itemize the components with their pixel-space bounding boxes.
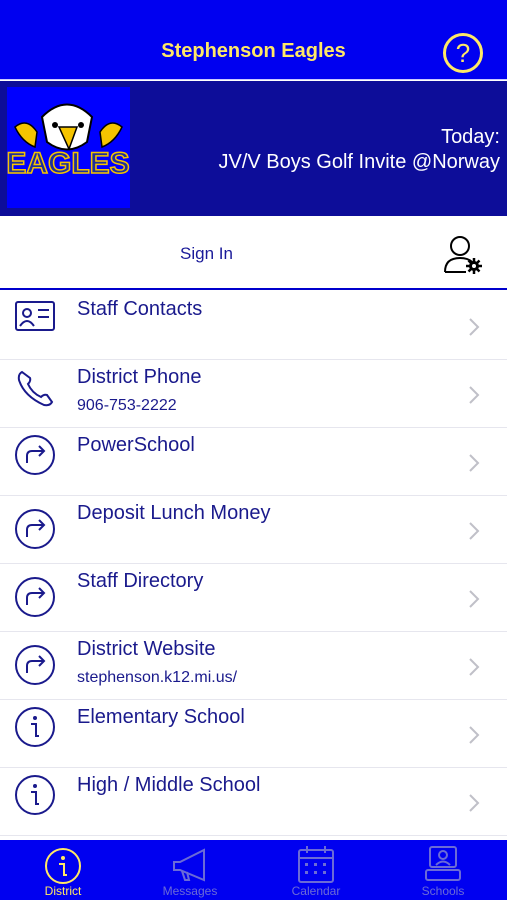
- bottom-tab-bar: District Messages Calendar Schools: [0, 840, 507, 900]
- chevron-right-icon: [469, 454, 480, 472]
- list-item-staff-contacts[interactable]: Staff Contacts: [0, 292, 507, 360]
- phone-number[interactable]: 906-753-2222: [77, 397, 177, 415]
- redirect-arrow-icon: [15, 645, 55, 685]
- sign-in-row[interactable]: Sign In: [0, 216, 507, 290]
- user-gear-icon[interactable]: [442, 234, 484, 274]
- eagles-logo: EAGLES: [6, 87, 130, 208]
- website-url[interactable]: stephenson.k12.mi.us/: [77, 669, 237, 687]
- item-title: District Phone: [77, 366, 202, 388]
- district-banner: EAGLES Today: JV/V Boys Golf Invite @Nor…: [0, 81, 507, 216]
- today-label: Today:: [441, 126, 500, 148]
- tab-district[interactable]: District: [0, 840, 126, 900]
- chevron-right-icon: [469, 386, 480, 404]
- item-title: District Website: [77, 638, 216, 660]
- info-icon: [45, 848, 81, 884]
- list-item-district-phone[interactable]: District Phone 906-753-2222: [0, 360, 507, 428]
- tab-messages[interactable]: Messages: [127, 840, 253, 900]
- tab-schools[interactable]: Schools: [380, 840, 506, 900]
- chevron-right-icon: [469, 726, 480, 744]
- info-icon: [15, 707, 55, 747]
- chevron-right-icon: [469, 794, 480, 812]
- item-title: Deposit Lunch Money: [77, 502, 271, 524]
- svg-text:EAGLES: EAGLES: [7, 147, 130, 180]
- phone-icon: [17, 370, 54, 407]
- item-title: Staff Directory: [77, 570, 204, 592]
- item-title: High / Middle School: [77, 774, 261, 796]
- info-icon: [15, 775, 55, 815]
- help-button[interactable]: ?: [443, 33, 483, 73]
- tab-label: Schools: [421, 884, 465, 898]
- list-item-staff-directory[interactable]: Staff Directory: [0, 564, 507, 632]
- item-title: Staff Contacts: [77, 298, 203, 320]
- list-item-powerschool[interactable]: PowerSchool: [0, 428, 507, 496]
- chevron-right-icon: [469, 318, 480, 336]
- redirect-arrow-icon: [15, 435, 55, 475]
- megaphone-icon: [173, 848, 205, 882]
- redirect-arrow-icon: [15, 509, 55, 549]
- chevron-right-icon: [469, 522, 480, 540]
- today-event[interactable]: JV/V Boys Golf Invite @Norway: [218, 151, 500, 174]
- tab-label: District: [44, 884, 82, 898]
- redirect-arrow-icon: [15, 577, 55, 617]
- calendar-icon: [298, 846, 334, 883]
- tab-calendar[interactable]: Calendar: [253, 840, 379, 900]
- list-item-deposit-lunch-money[interactable]: Deposit Lunch Money: [0, 496, 507, 564]
- list-item-high-middle-school[interactable]: High / Middle School: [0, 768, 507, 836]
- app-title: Stephenson Eagles: [161, 40, 346, 62]
- list-item-district-website[interactable]: District Website stephenson.k12.mi.us/: [0, 632, 507, 700]
- question-circle-icon: ?: [455, 38, 471, 68]
- chevron-right-icon: [469, 658, 480, 676]
- schools-icon: [425, 846, 461, 881]
- chevron-right-icon: [469, 590, 480, 608]
- item-title: PowerSchool: [77, 434, 195, 456]
- list-item-elementary-school[interactable]: Elementary School: [0, 700, 507, 768]
- tab-label: Messages: [162, 884, 218, 898]
- contact-card-icon: [15, 301, 55, 331]
- item-title: Elementary School: [77, 706, 245, 728]
- tab-label: Calendar: [291, 884, 341, 898]
- top-nav-bar: Stephenson Eagles ?: [0, 0, 507, 80]
- sign-in-label[interactable]: Sign In: [180, 244, 233, 264]
